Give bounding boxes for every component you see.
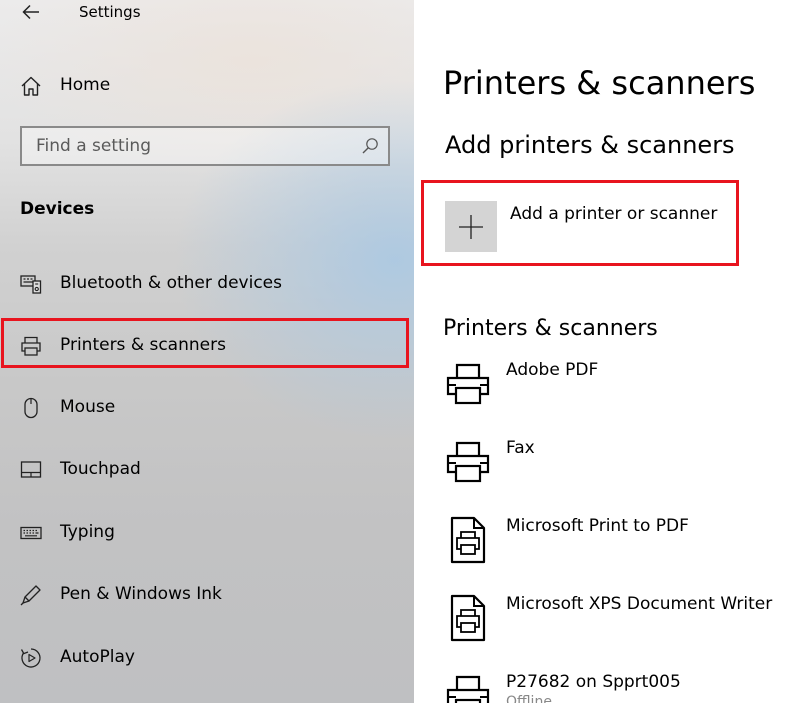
printer-list-item[interactable]: Fax bbox=[444, 438, 784, 498]
home-label: Home bbox=[60, 75, 111, 95]
printer-icon bbox=[446, 363, 490, 405]
selected-item-highlight bbox=[1, 318, 409, 368]
sidebar-item-label: Pen & Windows Ink bbox=[60, 584, 222, 604]
printer-list-item[interactable]: Adobe PDF bbox=[444, 360, 784, 420]
document-printer-icon bbox=[450, 516, 486, 564]
mouse-icon bbox=[24, 397, 38, 419]
printer-name: Adobe PDF bbox=[506, 360, 599, 380]
search-box[interactable] bbox=[20, 126, 390, 166]
sidebar-item-label: Bluetooth & other devices bbox=[60, 273, 282, 293]
printers-list-title: Printers & scanners bbox=[443, 316, 658, 341]
page-title: Printers & scanners bbox=[443, 64, 756, 102]
printer-icon bbox=[446, 675, 490, 703]
printer-list-item[interactable]: Microsoft XPS Document Writer bbox=[444, 594, 784, 654]
sidebar-item-pen-windows-ink[interactable]: Pen & Windows Ink bbox=[0, 571, 414, 619]
sidebar-item-label: AutoPlay bbox=[60, 647, 135, 667]
printer-name: Microsoft Print to PDF bbox=[506, 516, 689, 536]
add-printer-button[interactable] bbox=[445, 201, 497, 252]
sidebar-item-typing[interactable]: Typing bbox=[0, 509, 414, 557]
sidebar-item-bluetooth[interactable]: Bluetooth & other devices bbox=[0, 260, 414, 308]
printer-name: P27682 on Spprt005 bbox=[506, 672, 681, 692]
printer-name: Fax bbox=[506, 438, 535, 458]
add-section-title: Add printers & scanners bbox=[445, 131, 735, 159]
search-icon bbox=[362, 138, 378, 154]
sidebar-item-mouse[interactable]: Mouse bbox=[0, 384, 414, 432]
section-title-devices: Devices bbox=[20, 199, 95, 219]
sidebar-item-autoplay[interactable]: AutoPlay bbox=[0, 634, 414, 682]
printer-name: Microsoft XPS Document Writer bbox=[506, 594, 773, 614]
plus-icon bbox=[459, 215, 483, 239]
search-input[interactable] bbox=[22, 128, 352, 164]
sidebar-item-touchpad[interactable]: Touchpad bbox=[0, 446, 414, 494]
printer-list-item[interactable]: P27682 on Spprt005 Offline bbox=[444, 672, 784, 703]
keyboard-icon bbox=[20, 526, 42, 540]
back-arrow-icon bbox=[22, 4, 39, 20]
sidebar-item-label: Typing bbox=[60, 522, 115, 542]
home-icon bbox=[21, 76, 41, 96]
app-title: Settings bbox=[79, 3, 141, 21]
sidebar-item-label: Touchpad bbox=[60, 459, 141, 479]
document-printer-icon bbox=[450, 594, 486, 642]
printer-status: Offline bbox=[506, 694, 552, 703]
sidebar-item-label: Mouse bbox=[60, 397, 116, 417]
bluetooth-devices-icon bbox=[20, 275, 42, 294]
printer-icon bbox=[446, 441, 490, 483]
pen-icon bbox=[20, 585, 41, 606]
add-printer-label[interactable]: Add a printer or scanner bbox=[510, 204, 717, 224]
home-nav-item[interactable]: Home bbox=[0, 62, 414, 110]
sidebar: Settings Home Devices Bluetooth & other … bbox=[0, 0, 414, 703]
touchpad-icon bbox=[20, 461, 42, 478]
back-button[interactable] bbox=[20, 0, 42, 24]
main-panel: Printers & scanners Add printers & scann… bbox=[414, 0, 800, 703]
autoplay-icon bbox=[20, 648, 41, 668]
printer-list-item[interactable]: Microsoft Print to PDF bbox=[444, 516, 784, 576]
